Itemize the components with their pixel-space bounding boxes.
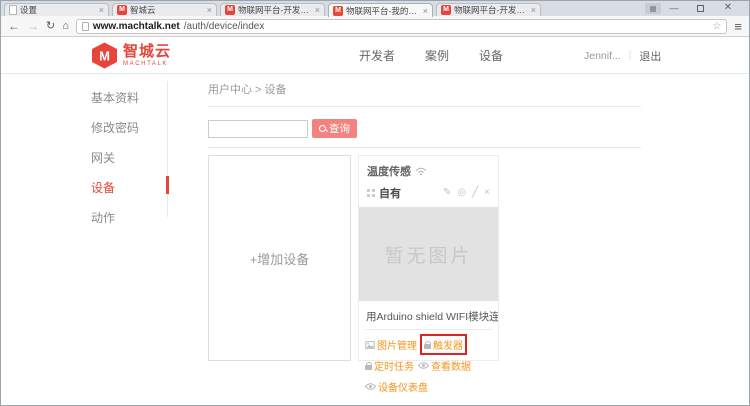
nav-item-developer[interactable]: 开发者 [359, 47, 395, 64]
search-input[interactable] [208, 120, 308, 138]
address-bar[interactable]: www.machtalk.net /auth/device/index ☆ [76, 19, 728, 34]
window-close-button[interactable]: ✕ [721, 3, 735, 13]
device-card: 温度传感 自有 ✎ ◎ ╱ × [358, 155, 499, 361]
user-name[interactable]: Jennif... [584, 50, 621, 62]
device-image-placeholder: 暂无图片 [359, 207, 498, 301]
tab-close-icon[interactable]: × [531, 5, 536, 15]
wifi-status-icon [415, 166, 427, 176]
refresh-button-icon[interactable]: ↻ [46, 19, 55, 33]
tab-title: 物联网平台-我的设备 [346, 5, 420, 17]
edit-pencil-icon[interactable]: ✎ [443, 187, 451, 199]
browser-tab-settings[interactable]: 设置 × [4, 3, 109, 16]
machtalk-favicon-icon: M [117, 5, 127, 15]
link-view-data[interactable]: 查看数据 [418, 358, 471, 373]
no-image-text: 暂无图片 [384, 241, 472, 268]
breadcrumb: 用户中心 > 设备 [208, 81, 641, 107]
browser-tab-my-devices-active[interactable]: M 物联网平台-我的设备 × [328, 3, 433, 17]
device-links: 图片管理 触发器 定时任务 [359, 330, 498, 401]
machtalk-favicon-icon: M [333, 6, 343, 16]
logout-link[interactable]: 退出 [639, 48, 661, 64]
grid-icon [367, 189, 375, 197]
chrome-menu-icon[interactable]: ≡ [734, 19, 742, 34]
link-device-dashboard[interactable]: 设备仪表盘 [365, 379, 428, 394]
device-cards: +增加设备 温度传感 自有 ✎ ◎ [208, 155, 641, 361]
home-button-icon[interactable]: ⌂ [62, 19, 69, 33]
browser-toolbar: ← → ↻ ⌂ www.machtalk.net /auth/device/in… [1, 16, 749, 37]
lock-icon [365, 365, 372, 370]
device-tools: ✎ ◎ ╱ × [443, 187, 490, 199]
bookmark-star-icon[interactable]: ☆ [712, 21, 721, 32]
device-description: 用Arduino shield WIFI模块连接物... [359, 301, 498, 329]
sidebar-item-basic-info[interactable]: 基本资料 [91, 84, 167, 111]
browser-tab-register-2[interactable]: M 物联网平台-开发者-注册| × [436, 3, 541, 16]
logo-subtitle: MACHTALK [123, 60, 171, 68]
sidebar-item-actions[interactable]: 动作 [91, 204, 167, 231]
window-minimize-button[interactable]: — [667, 3, 681, 13]
eye-icon [365, 383, 376, 390]
site-header: M 智城云 MACHTALK 开发者 案例 设备 Jennif... | 退出 [1, 38, 749, 74]
image-icon [365, 341, 375, 349]
device-meta-row: 自有 ✎ ◎ ╱ × [359, 179, 498, 207]
top-nav: 开发者 案例 设备 [359, 38, 503, 73]
link-image-management[interactable]: 图片管理 [365, 337, 417, 352]
sidebar: 基本资料 修改密码 网关 设备 动作 [91, 81, 168, 217]
device-ownership: 自有 [379, 185, 401, 201]
tab-close-icon[interactable]: × [99, 5, 104, 15]
machtalk-favicon-icon: M [225, 5, 235, 15]
search-button-label: 查询 [329, 121, 350, 136]
eye-icon [418, 362, 429, 369]
link-scheduled-tasks[interactable]: 定时任务 [365, 358, 414, 373]
link-trigger[interactable]: 触发器 [424, 337, 463, 352]
profile-icon[interactable] [645, 3, 661, 14]
device-title: 温度传感 [367, 163, 411, 179]
main-content: 用户中心 > 设备 查询 +增加设备 温度传感 [208, 81, 641, 361]
add-device-label: +增加设备 [250, 249, 310, 268]
url-path: /auth/device/index [184, 21, 265, 32]
machtalk-logo-icon: M [91, 42, 118, 69]
tab-title: 设置 [20, 4, 96, 16]
nav-item-devices[interactable]: 设备 [479, 47, 503, 64]
blank-page-favicon-icon [9, 5, 17, 15]
magnifier-icon [319, 125, 327, 133]
add-device-card[interactable]: +增加设备 [208, 155, 351, 361]
tab-close-icon[interactable]: × [423, 6, 428, 16]
machtalk-favicon-icon: M [441, 5, 451, 15]
device-title-row: 温度传感 [359, 156, 498, 179]
browser-window: 设置 × M 智城云 × M 物联网平台-开发者-注册| × M 物联网平台-我… [0, 0, 750, 406]
page-icon [82, 22, 89, 31]
tab-title: 物联网平台-开发者-注册| [454, 4, 528, 16]
trigger-highlight-box: 触发器 [420, 334, 467, 355]
tab-title: 智城云 [130, 4, 204, 16]
search-button[interactable]: 查询 [312, 119, 357, 138]
sidebar-item-devices[interactable]: 设备 [91, 174, 167, 201]
window-maximize-button[interactable] [693, 3, 707, 14]
browser-tab-register-1[interactable]: M 物联网平台-开发者-注册| × [220, 3, 325, 16]
delete-icon[interactable]: × [484, 187, 490, 199]
sidebar-item-gateway[interactable]: 网关 [91, 144, 167, 171]
sidebar-item-change-password[interactable]: 修改密码 [91, 114, 167, 141]
url-domain: www.machtalk.net [93, 21, 180, 32]
user-area: Jennif... | 退出 [584, 38, 661, 73]
pen-slash-icon[interactable]: ╱ [472, 187, 478, 199]
forward-button-icon[interactable]: → [27, 19, 39, 33]
search-row: 查询 [208, 119, 641, 148]
machtalk-logo[interactable]: M 智城云 MACHTALK [91, 42, 171, 69]
back-button-icon[interactable]: ← [8, 19, 20, 33]
tab-title: 物联网平台-开发者-注册| [238, 4, 312, 16]
separator: | [629, 50, 632, 61]
browser-tabstrip: 设置 × M 智城云 × M 物联网平台-开发者-注册| × M 物联网平台-我… [1, 1, 749, 16]
browser-tab-machtalk-home[interactable]: M 智城云 × [112, 3, 217, 16]
svg-text:M: M [99, 49, 110, 64]
nav-item-cases[interactable]: 案例 [425, 47, 449, 64]
tab-close-icon[interactable]: × [315, 5, 320, 15]
lock-icon [424, 344, 431, 349]
tab-close-icon[interactable]: × [207, 5, 212, 15]
logo-title: 智城云 [123, 44, 171, 60]
target-circle-icon[interactable]: ◎ [457, 187, 466, 199]
